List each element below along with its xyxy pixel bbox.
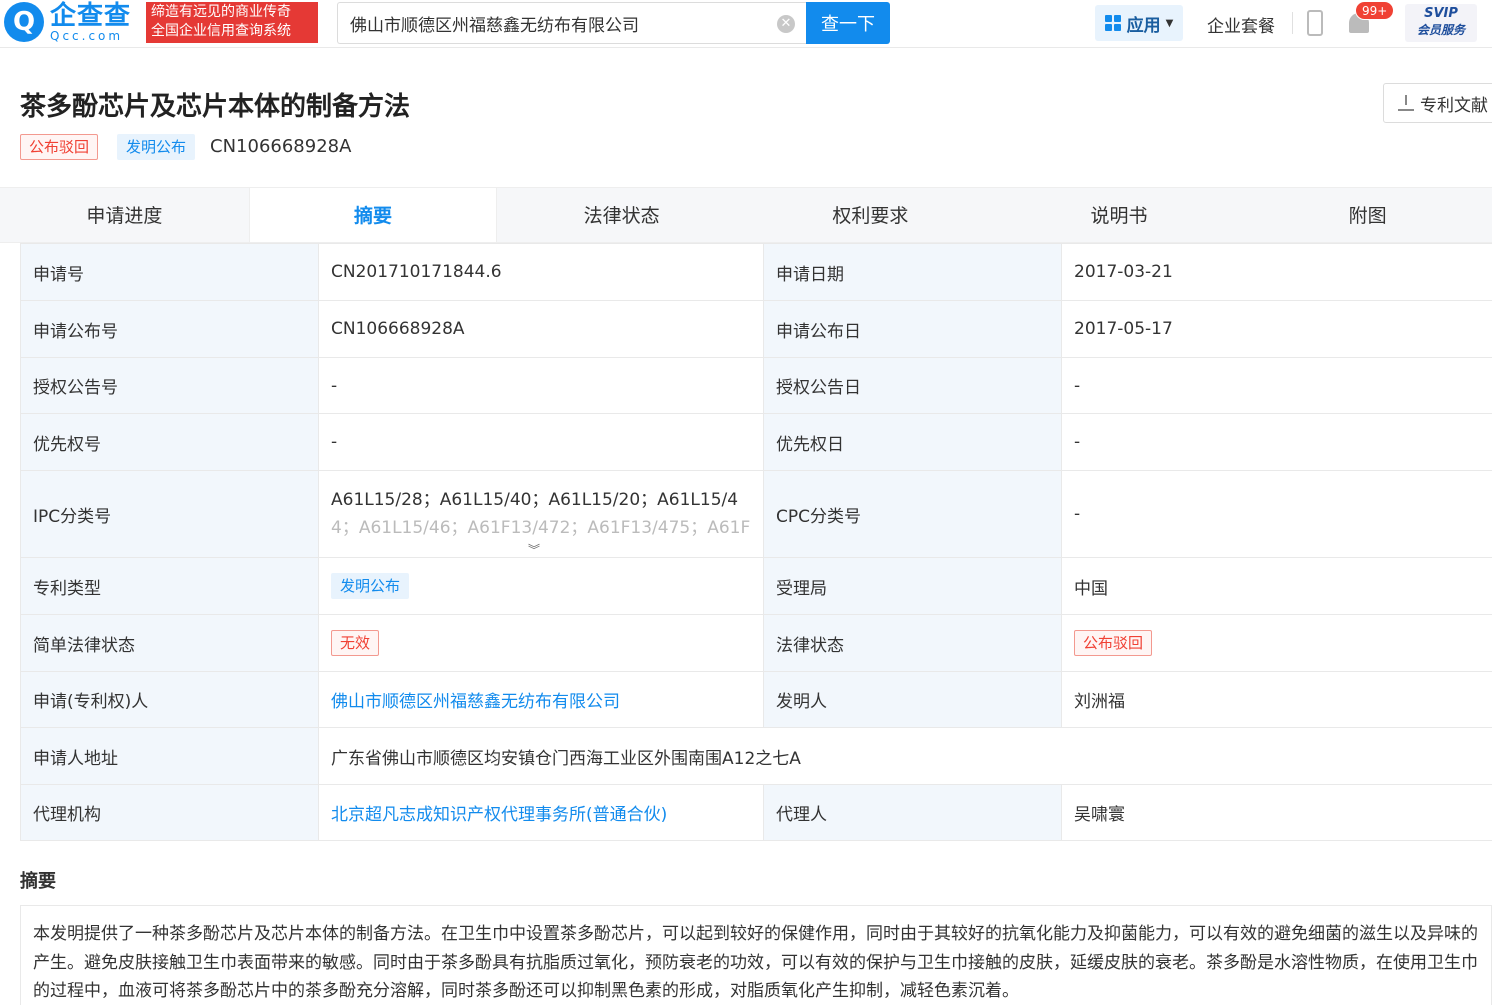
field-label: 发明人 [763, 671, 1062, 728]
field-label: CPC分类号 [763, 470, 1062, 558]
tab-figures[interactable]: 附图 [1243, 188, 1492, 242]
patent-type-cell: 发明公布 [318, 557, 764, 615]
download-icon [1398, 95, 1414, 111]
search-box: ✕ [337, 2, 807, 44]
clear-icon[interactable]: ✕ [777, 15, 795, 33]
apps-menu-button[interactable]: 应用 ▼ [1095, 5, 1183, 41]
logo-text: 企查查 Qcc.com [50, 2, 131, 42]
field-label: 法律状态 [763, 614, 1062, 672]
publication-number: CN106668928A [318, 300, 764, 358]
ipc-line-faded: 4；A61L15/46；A61F13/472；A61F13/475；A61F [331, 518, 751, 538]
application-date: 2017-03-21 [1061, 243, 1492, 301]
slogan-line2: 全国企业信用查询系统 [151, 23, 291, 39]
field-label: 代理人 [763, 784, 1062, 841]
field-label: 优先权号 [20, 413, 319, 471]
tab-bar: 申请进度 摘要 法律状态 权利要求 说明书 附图 [0, 187, 1492, 243]
status-badge: 公布驳回 [20, 134, 99, 160]
logo-name: 企查查 [50, 1, 132, 31]
svip-button[interactable]: SVIP 会员服务 [1405, 4, 1477, 42]
mobile-phone-icon[interactable] [1307, 10, 1323, 36]
legal-status-tag: 公布驳回 [1074, 630, 1153, 656]
slogan-banner: 缔造有远见的商业传奇 全国企业信用查询系统 [146, 2, 318, 43]
priority-date: - [1061, 413, 1492, 471]
field-label: 授权公告号 [20, 357, 319, 414]
legal-status-cell: 公布驳回 [1061, 614, 1492, 672]
table-row: IPC分类号 A61L15/28；A61L15/40；A61L15/20；A61… [20, 470, 1492, 558]
header-divider [1292, 12, 1293, 34]
expand-chevron-icon[interactable]: ︾ [528, 536, 540, 557]
slogan-line1: 缔造有远见的商业传奇 [151, 4, 291, 20]
field-label: 申请公布号 [20, 300, 319, 358]
field-label: 申请(专利权)人 [20, 671, 319, 728]
abstract-heading: 摘要 [20, 871, 56, 892]
field-label: 受理局 [763, 557, 1062, 615]
download-document-button[interactable]: 专利文献 [1383, 83, 1492, 123]
tab-progress[interactable]: 申请进度 [0, 188, 249, 242]
grant-number: - [318, 357, 764, 414]
download-label: 专利文献 [1420, 95, 1488, 116]
table-row: 专利类型 发明公布 受理局 中国 [20, 557, 1492, 615]
grid-icon [1104, 15, 1121, 31]
field-label: 申请日期 [763, 243, 1062, 301]
field-label: 申请公布日 [763, 300, 1062, 358]
field-label: 申请人地址 [20, 727, 319, 785]
table-row: 申请人地址 广东省佛山市顺德区均安镇仓门西海工业区外围南围A12之七A [20, 727, 1492, 785]
cpc-code: - [1061, 470, 1492, 558]
applicant-link[interactable]: 佛山市顺德区州福慈鑫无纺布有限公司 [331, 692, 620, 712]
table-row: 申请公布号 CN106668928A 申请公布日 2017-05-17 [20, 300, 1492, 358]
ipc-line: A61L15/28；A61L15/40；A61L15/20；A61L15/4 [331, 490, 739, 510]
table-row: 授权公告号 - 授权公告日 - [20, 357, 1492, 414]
svip-sub-label: 会员服务 [1416, 23, 1465, 37]
notification-badge: 99+ [1355, 1, 1395, 20]
field-label: 代理机构 [20, 784, 319, 841]
field-label: 优先权日 [763, 413, 1062, 471]
applicant-address: 广东省佛山市顺德区均安镇仓门西海工业区外围南围A12之七A [318, 727, 1492, 785]
top-header: Q 企查查 Qcc.com 缔造有远见的商业传奇 全国企业信用查询系统 ✕ 查一… [0, 0, 1492, 48]
field-label: 简单法律状态 [20, 614, 319, 672]
field-label: IPC分类号 [20, 470, 319, 558]
logo-icon: Q [4, 2, 44, 42]
logo-domain: Qcc.com [50, 29, 124, 43]
inventor: 刘洲福 [1061, 671, 1492, 728]
patent-type-tag: 发明公布 [331, 573, 410, 599]
patent-number: CN106668928A [210, 136, 352, 157]
site-logo[interactable]: Q 企查查 Qcc.com [4, 2, 131, 42]
table-row: 申请号 CN201710171844.6 申请日期 2017-03-21 [20, 243, 1492, 301]
table-row: 代理机构 北京超凡志成知识产权代理事务所(普通合伙) 代理人 吴啸寰 [20, 784, 1492, 841]
agency-cell: 北京超凡志成知识产权代理事务所(普通合伙) [318, 784, 764, 841]
tab-abstract[interactable]: 摘要 [248, 188, 498, 242]
agency-link[interactable]: 北京超凡志成知识产权代理事务所(普通合伙) [331, 805, 667, 825]
table-row: 优先权号 - 优先权日 - [20, 413, 1492, 471]
applicant-cell: 佛山市顺德区州福慈鑫无纺布有限公司 [318, 671, 764, 728]
search-input[interactable] [350, 13, 770, 33]
abstract-text: 本发明提供了一种茶多酚芯片及芯片本体的制备方法。在卫生巾中设置茶多酚芯片，可以起… [20, 905, 1492, 1005]
application-number: CN201710171844.6 [318, 243, 764, 301]
page-title: 茶多酚芯片及芯片本体的制备方法 [20, 92, 411, 122]
caret-down-icon: ▼ [1165, 17, 1174, 29]
publication-date: 2017-05-17 [1061, 300, 1492, 358]
agent: 吴啸寰 [1061, 784, 1492, 841]
table-row: 申请(专利权)人 佛山市顺德区州福慈鑫无纺布有限公司 发明人 刘洲福 [20, 671, 1492, 728]
tab-claims[interactable]: 权利要求 [746, 188, 995, 242]
field-label: 授权公告日 [763, 357, 1062, 414]
apps-label: 应用 [1126, 15, 1161, 36]
svip-label: SVIP [1424, 6, 1458, 21]
enterprise-package-link[interactable]: 企业套餐 [1207, 12, 1275, 37]
simple-status-tag: 无效 [331, 630, 380, 656]
ipc-codes: A61L15/28；A61L15/40；A61L15/20；A61L15/4 4… [331, 486, 751, 557]
table-row: 简单法律状态 无效 法律状态 公布驳回 [20, 614, 1492, 672]
search-button[interactable]: 查一下 [806, 2, 890, 44]
field-label: 申请号 [20, 243, 319, 301]
patent-detail-table: 申请号 CN201710171844.6 申请日期 2017-03-21 申请公… [20, 243, 1492, 841]
patent-type-badge: 发明公布 [117, 134, 196, 160]
simple-status-cell: 无效 [318, 614, 764, 672]
ipc-cell: A61L15/28；A61L15/40；A61L15/20；A61L15/4 4… [318, 470, 764, 558]
receiving-office: 中国 [1061, 557, 1492, 615]
grant-date: - [1061, 357, 1492, 414]
field-label: 专利类型 [20, 557, 319, 615]
priority-number: - [318, 413, 764, 471]
tab-legal-status[interactable]: 法律状态 [497, 188, 746, 242]
tab-description[interactable]: 说明书 [995, 188, 1244, 242]
